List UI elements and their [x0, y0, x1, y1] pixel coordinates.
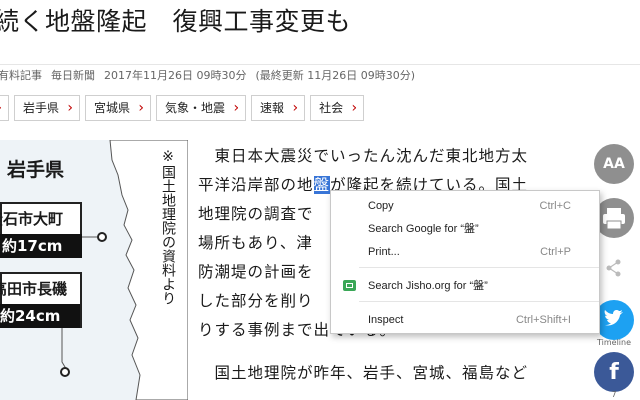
- figure-source-note: ※国土地理院の資料より: [160, 149, 176, 305]
- menu-item-search-google[interactable]: Search Google for “盤”: [331, 218, 599, 240]
- map-figure[interactable]: 岩手県 ※国土地理院の資料より 釜石市大町 約17cm 陸前高田市長磯 約24c…: [0, 140, 188, 400]
- font-size-icon: AA: [603, 156, 625, 172]
- article-meta: 有料記事 毎日新聞 2017年11月26日 09時30分 (最終更新 11月26日 0…: [0, 67, 424, 83]
- tag-previous[interactable]: [0, 95, 9, 121]
- tag-weather-quake[interactable]: 気象・地震: [156, 95, 247, 121]
- tag-iwate[interactable]: 岩手県: [14, 95, 81, 121]
- uplift-place: 釜石市大町: [0, 210, 64, 228]
- font-size-button[interactable]: AA: [594, 144, 634, 184]
- twitter-label: Timeline: [596, 338, 631, 347]
- facebook-icon: f: [609, 360, 619, 385]
- menu-separator: [359, 267, 599, 268]
- uplift-box-rikuzentakata: 陸前高田市長磯 約24cm: [0, 272, 82, 328]
- menu-separator: [359, 301, 599, 302]
- menu-item-search-jisho[interactable]: Search Jisho.org for “盤”: [331, 275, 599, 297]
- uplift-value: 約17cm: [0, 234, 82, 258]
- article-updated: (最終更新 11月26日 09時30分): [255, 69, 416, 82]
- menu-item-copy[interactable]: Copy Ctrl+C: [331, 195, 599, 217]
- tag-bar: 岩手県 宮城県 気象・地震 速報 社会: [0, 95, 365, 121]
- uplift-box-kamaishi: 釜石市大町 約17cm: [0, 202, 82, 258]
- article-category: 有料記事: [0, 69, 42, 82]
- article-headline: 続く地盤隆起 復興工事変更も: [0, 7, 352, 36]
- menu-item-print[interactable]: Print... Ctrl+P: [331, 241, 599, 263]
- jisho-icon: [343, 280, 356, 291]
- uplift-value: 約24cm: [0, 304, 80, 328]
- print-button[interactable]: [594, 198, 634, 238]
- body-line: 東日本大震災でいったん沈んだ東北地方太: [214, 147, 529, 165]
- uplift-place: 陸前高田市長磯: [0, 280, 68, 298]
- twitter-button[interactable]: [594, 300, 634, 340]
- tag-miyagi[interactable]: 宮城県: [85, 95, 152, 121]
- facebook-count: 7: [611, 390, 617, 399]
- tag-breaking[interactable]: 速報: [251, 95, 306, 121]
- share-icon[interactable]: [604, 258, 624, 278]
- article-published: 2017年11月26日 09時30分: [104, 69, 247, 82]
- selected-text[interactable]: 盤: [313, 176, 331, 194]
- header-divider: [0, 64, 640, 65]
- tag-society[interactable]: 社会: [310, 95, 365, 121]
- figure-title: 岩手県: [7, 159, 65, 181]
- menu-item-inspect[interactable]: Inspect Ctrl+Shift+I: [331, 309, 599, 331]
- printer-icon: [603, 208, 625, 230]
- article-source: 毎日新聞: [51, 69, 95, 82]
- facebook-button[interactable]: f: [594, 352, 634, 392]
- twitter-bird-icon: [604, 310, 623, 326]
- context-menu: Copy Ctrl+C Search Google for “盤” Print..…: [330, 190, 600, 334]
- body-line: 国土地理院が昨年、岩手、宮城、福島など: [214, 364, 529, 382]
